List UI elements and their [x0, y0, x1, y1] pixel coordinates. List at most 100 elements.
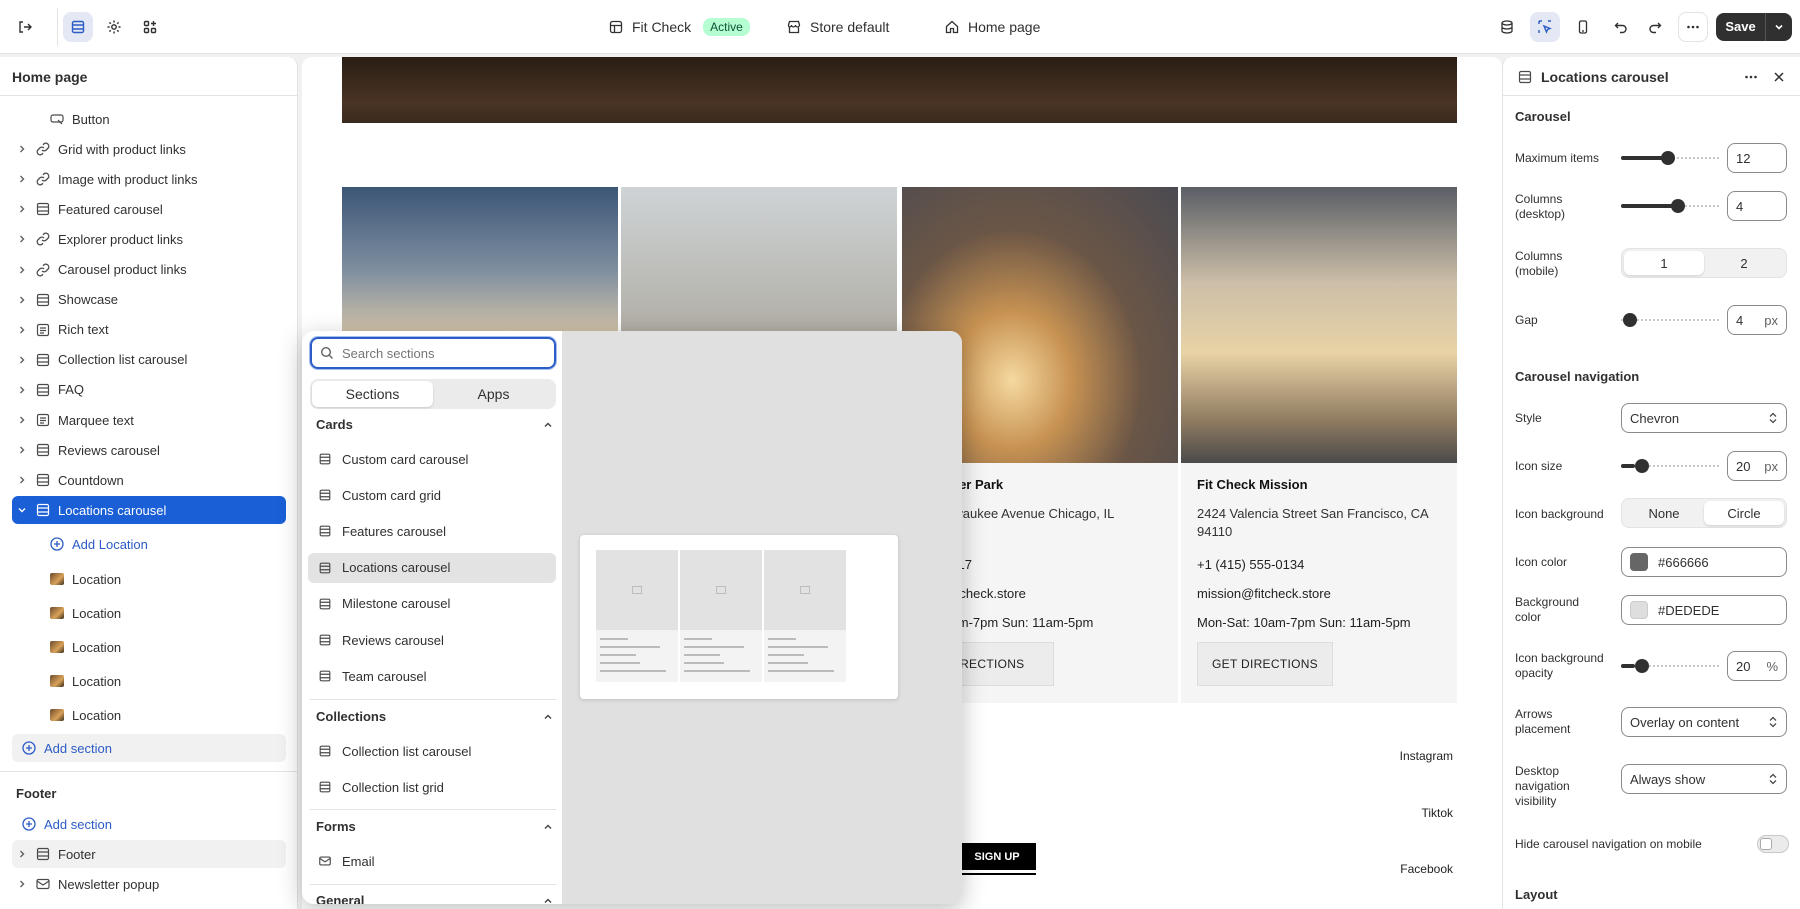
social-link-instagram[interactable]: Instagram: [1373, 749, 1453, 763]
database-icon[interactable]: [1492, 12, 1522, 42]
tree-item-faq[interactable]: FAQ: [12, 376, 286, 404]
tree-item-button[interactable]: Button: [12, 105, 286, 133]
undo-icon[interactable]: [1606, 12, 1636, 42]
hide-nav-mobile-toggle[interactable]: [1757, 835, 1789, 853]
mobile-icon[interactable]: [1568, 12, 1598, 42]
tree-item-featured-carousel[interactable]: Featured carousel: [12, 195, 286, 223]
tree-item-grid-with-product-links[interactable]: Grid with product links: [12, 135, 286, 163]
desktop-navigation-visibility-select[interactable]: Always show: [1621, 764, 1787, 794]
tree-item-explorer-product-links[interactable]: Explorer product links: [12, 225, 286, 253]
exit-icon[interactable]: [10, 12, 40, 42]
page-selector[interactable]: Home page: [944, 14, 1040, 40]
section-option-reviews-carousel[interactable]: Reviews carousel: [308, 625, 556, 655]
group-header-cards[interactable]: Cards: [316, 417, 554, 432]
icon-background-opacity-input[interactable]: 20%: [1727, 651, 1787, 681]
group-header-collections[interactable]: Collections: [316, 709, 554, 724]
save-button[interactable]: Save: [1716, 13, 1792, 41]
chevron-right-icon[interactable]: [12, 385, 32, 395]
chevron-right-icon[interactable]: [12, 295, 32, 305]
section-option-collection-list-grid[interactable]: Collection list grid: [308, 772, 556, 802]
tab-apps[interactable]: Apps: [433, 381, 554, 407]
add-location-button[interactable]: Add Location: [46, 530, 286, 558]
max-items-input[interactable]: 12: [1727, 143, 1787, 173]
section-option-collection-list-carousel[interactable]: Collection list carousel: [308, 736, 556, 766]
color-swatch[interactable]: [1630, 553, 1648, 571]
tree-item-showcase[interactable]: Showcase: [12, 286, 286, 314]
gear-icon[interactable]: [99, 12, 129, 42]
arrows-placement-select[interactable]: Overlay on content: [1621, 707, 1787, 737]
columns-desktop-input[interactable]: 4: [1727, 191, 1787, 221]
section-option-team-carousel[interactable]: Team carousel: [308, 661, 556, 691]
tree-item-carousel-product-links[interactable]: Carousel product links: [12, 256, 286, 284]
background-color-input[interactable]: #DEDEDE: [1621, 595, 1787, 625]
slider-handle[interactable]: [1623, 313, 1637, 327]
chevron-right-icon[interactable]: [12, 174, 32, 184]
redo-icon[interactable]: [1640, 12, 1670, 42]
slider-handle[interactable]: [1635, 659, 1649, 673]
columns-desktop-slider[interactable]: [1621, 199, 1719, 213]
tree-item-rich-text[interactable]: Rich text: [12, 316, 286, 344]
chevron-right-icon[interactable]: [12, 475, 32, 485]
search-input[interactable]: [342, 345, 532, 361]
slider-handle[interactable]: [1635, 459, 1649, 473]
apps-icon[interactable]: [135, 12, 165, 42]
icon-size-input[interactable]: 20 px: [1727, 451, 1787, 481]
section-option-milestone-carousel[interactable]: Milestone carousel: [308, 589, 556, 619]
icon-background-opacity-slider[interactable]: [1621, 659, 1719, 673]
gap-slider[interactable]: [1621, 313, 1719, 327]
tab-sections[interactable]: Sections: [312, 381, 433, 407]
slider-handle[interactable]: [1671, 199, 1685, 213]
chevron-right-icon[interactable]: [12, 234, 32, 244]
location-item[interactable]: Location: [46, 633, 286, 661]
style-select[interactable]: Chevron: [1621, 403, 1787, 433]
tree-item-newsletter-popup[interactable]: Newsletter popup: [12, 870, 286, 898]
inspector-icon[interactable]: [1530, 12, 1560, 42]
chevron-right-icon[interactable]: [12, 325, 32, 335]
social-link-facebook[interactable]: Facebook: [1373, 862, 1453, 876]
add-section-button[interactable]: Add section: [12, 734, 286, 762]
footer-add-section-button[interactable]: Add section: [12, 810, 286, 838]
more-icon[interactable]: [1743, 69, 1759, 85]
chevron-right-icon[interactable]: [12, 265, 32, 275]
section-option-features-carousel[interactable]: Features carousel: [308, 516, 556, 546]
tree-item-footer[interactable]: Footer: [12, 840, 286, 868]
chevron-right-icon[interactable]: [12, 204, 32, 214]
group-header-forms[interactable]: Forms: [316, 819, 554, 834]
tree-item-collection-list-carousel[interactable]: Collection list carousel: [12, 346, 286, 374]
group-header-general[interactable]: General: [316, 893, 554, 904]
location-item[interactable]: Location: [46, 667, 286, 695]
location-item[interactable]: Location: [46, 565, 286, 593]
location-item[interactable]: Location: [46, 599, 286, 627]
chevron-right-icon[interactable]: [12, 355, 32, 365]
chevron-right-icon[interactable]: [12, 879, 32, 889]
tree-item-reviews-carousel[interactable]: Reviews carousel: [12, 436, 286, 464]
location-item[interactable]: Location: [46, 701, 286, 729]
columns-mobile-option-1[interactable]: 1: [1624, 251, 1704, 275]
max-items-slider[interactable]: [1621, 151, 1719, 165]
icon-background-circle[interactable]: Circle: [1704, 501, 1784, 525]
tree-item-image-with-product-links[interactable]: Image with product links: [12, 165, 286, 193]
tree-item-marquee-text[interactable]: Marquee text: [12, 406, 286, 434]
tree-item-countdown[interactable]: Countdown: [12, 466, 286, 494]
chevron-right-icon[interactable]: [12, 415, 32, 425]
store-selector[interactable]: Fit Check Active: [608, 14, 750, 40]
more-icon[interactable]: [1678, 12, 1708, 42]
social-link-tiktok[interactable]: Tiktok: [1373, 806, 1453, 820]
chevron-right-icon[interactable]: [12, 849, 32, 859]
sections-icon[interactable]: [63, 12, 93, 42]
tree-item-locations-carousel[interactable]: Locations carousel: [12, 496, 286, 525]
chevron-down-icon[interactable]: [1766, 21, 1792, 33]
section-option-custom-card-grid[interactable]: Custom card grid: [308, 480, 556, 510]
section-option-locations-carousel[interactable]: Locations carousel: [308, 552, 556, 583]
close-icon[interactable]: [1771, 69, 1787, 85]
theme-selector[interactable]: Store default: [786, 14, 889, 40]
slider-handle[interactable]: [1661, 151, 1675, 165]
columns-mobile-option-2[interactable]: 2: [1704, 251, 1784, 275]
chevron-right-icon[interactable]: [12, 144, 32, 154]
get-directions-button[interactable]: GET DIRECTIONS: [1197, 642, 1333, 686]
icon-size-slider[interactable]: [1621, 459, 1719, 473]
icon-background-none[interactable]: None: [1624, 501, 1704, 525]
color-swatch[interactable]: [1630, 601, 1648, 619]
section-option-email[interactable]: Email: [308, 846, 556, 876]
gap-input[interactable]: 4 px: [1727, 305, 1787, 335]
